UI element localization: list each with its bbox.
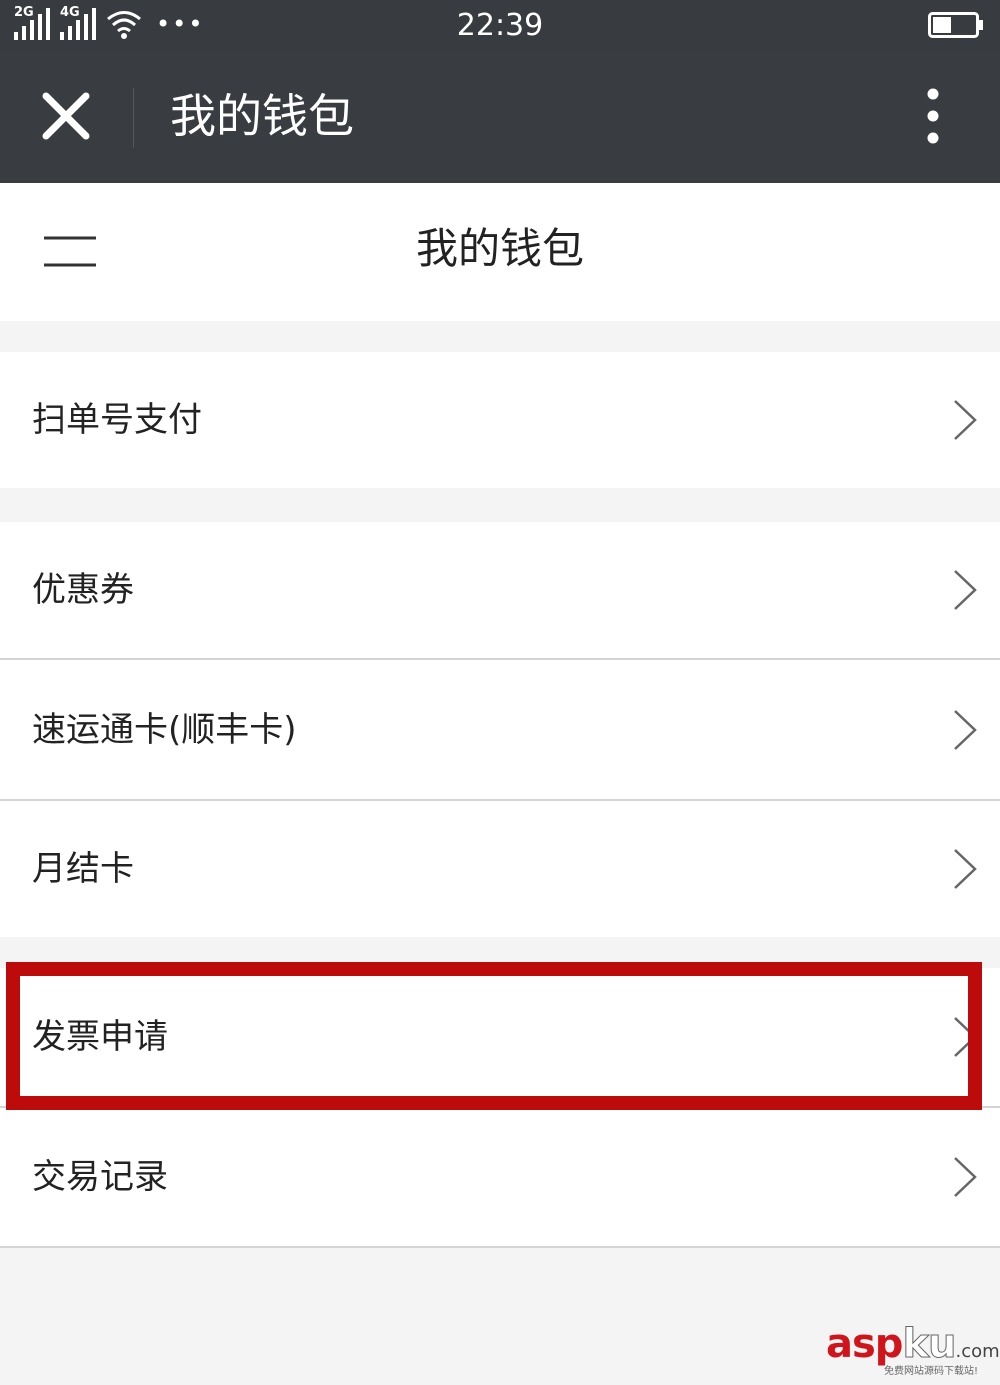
title-divider bbox=[133, 88, 134, 148]
menu-item-label: 发票申请 bbox=[32, 1017, 168, 1057]
status-bar: 2G 4G ••• 22:39 bbox=[0, 0, 1000, 50]
menu-item-transaction-history[interactable]: 交易记录 bbox=[0, 1108, 1000, 1248]
more-vertical-icon bbox=[927, 88, 939, 144]
chevron-right-icon bbox=[954, 849, 977, 889]
signal-2g-icon: 2G bbox=[14, 6, 64, 40]
menu-button[interactable] bbox=[36, 225, 104, 279]
battery-icon bbox=[928, 12, 983, 38]
chevron-right-icon bbox=[954, 570, 977, 610]
network-type-label: 4G bbox=[60, 5, 80, 20]
title-bar: 我的钱包 bbox=[0, 50, 1000, 183]
menu-item-express-card[interactable]: 速运通卡(顺丰卡) bbox=[0, 660, 1000, 801]
watermark-logo: aspku.com 免费网站源码下载站! bbox=[826, 1322, 1000, 1382]
more-options-button[interactable] bbox=[906, 86, 960, 150]
page-header: 我的钱包 bbox=[0, 183, 1000, 321]
page-title: 我的钱包 bbox=[415, 224, 584, 273]
chevron-right-icon bbox=[954, 1157, 977, 1197]
window-title: 我的钱包 bbox=[170, 89, 354, 143]
menu-item-label: 速运通卡(顺丰卡) bbox=[32, 709, 297, 750]
more-notifications-icon: ••• bbox=[156, 10, 205, 38]
menu-item-scan-pay[interactable]: 扫单号支付 bbox=[0, 352, 1000, 488]
chevron-right-icon bbox=[954, 400, 977, 440]
menu-item-coupons[interactable]: 优惠券 bbox=[0, 522, 1000, 660]
network-type-label: 2G bbox=[14, 5, 34, 20]
close-button[interactable] bbox=[30, 80, 102, 152]
watermark-subtitle: 免费网站源码下载站! bbox=[884, 1366, 979, 1377]
status-time: 22:39 bbox=[456, 8, 544, 43]
menu-item-label: 月结卡 bbox=[32, 849, 134, 889]
close-icon bbox=[42, 92, 90, 140]
menu-item-label: 扫单号支付 bbox=[32, 400, 202, 440]
menu-icon bbox=[44, 236, 96, 267]
signal-4g-icon: 4G bbox=[60, 6, 110, 40]
wifi-icon bbox=[107, 11, 141, 39]
menu-item-label: 优惠券 bbox=[32, 570, 134, 610]
menu-item-monthly-card[interactable]: 月结卡 bbox=[0, 801, 1000, 937]
menu-item-invoice-request[interactable]: 发票申请 bbox=[0, 968, 1000, 1108]
chevron-right-icon bbox=[954, 709, 977, 750]
menu-item-label: 交易记录 bbox=[32, 1157, 168, 1197]
chevron-right-icon bbox=[954, 1017, 977, 1057]
